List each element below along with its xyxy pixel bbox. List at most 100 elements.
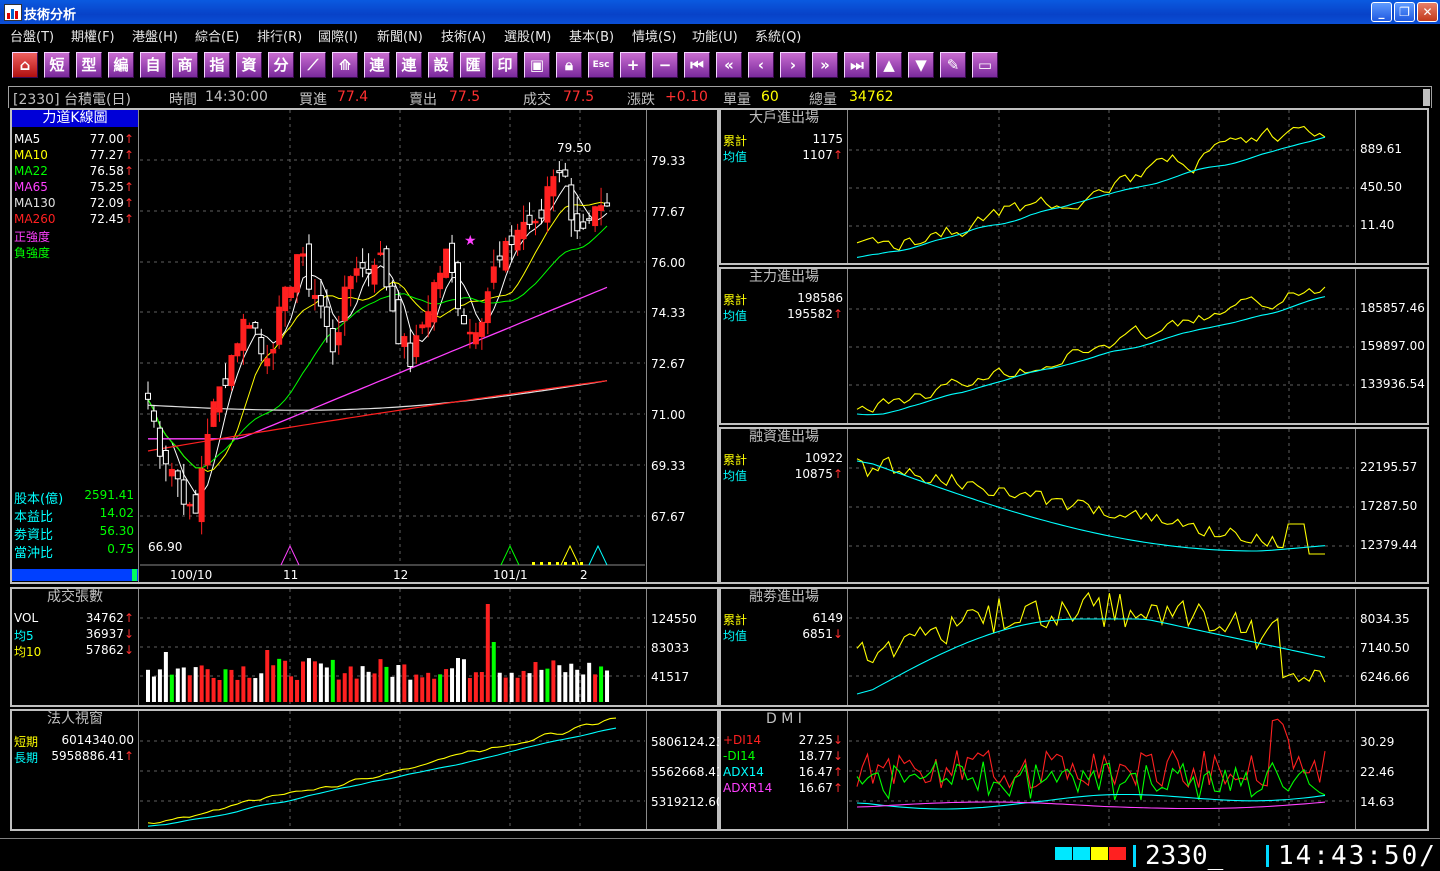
toolbar-button-export[interactable]: 匯 <box>460 52 486 78</box>
unit-volume-value: 60 <box>761 89 779 105</box>
stock-code-input[interactable]: 2330_ <box>1145 841 1223 871</box>
legend-label: 均值 <box>723 629 748 643</box>
panel-title[interactable]: 法人視窗 <box>12 711 138 728</box>
draw-line-icon[interactable]: ⟋ <box>300 52 326 78</box>
dmi-chart[interactable] <box>849 711 1354 829</box>
menu-item-composite[interactable]: 綜合(E) <box>195 26 239 45</box>
candle <box>526 202 533 230</box>
toolbar-button-pattern[interactable]: 型 <box>76 52 102 78</box>
legend-label: +DI14 <box>723 733 762 747</box>
institution-chart[interactable] <box>140 711 645 829</box>
toolbar-button-link2[interactable]: 連 <box>396 52 422 78</box>
legend-value-number: 10922 <box>804 451 843 465</box>
ma-value-number: 77.27 <box>89 148 124 162</box>
toolbar-button-link1[interactable]: 連 <box>364 52 390 78</box>
chart-icon[interactable]: ⟰ <box>332 52 358 78</box>
toolbar-button-custom[interactable]: 自 <box>140 52 166 78</box>
minimize-button[interactable]: _ <box>1371 2 1392 22</box>
kline-chart[interactable]: 79.50 66.90 ★ 100/10 11 12 101/1 2 <box>140 110 645 582</box>
legend-value-number: 1107 <box>802 148 833 162</box>
down-icon[interactable]: ▼ <box>908 52 934 78</box>
panel-title[interactable]: 融劵進出場 <box>721 589 847 606</box>
toolbar-button-settings[interactable]: 設 <box>428 52 454 78</box>
window-icon[interactable]: ▭ <box>972 52 998 78</box>
menu-item-fundamental[interactable]: 基本(B) <box>569 26 614 45</box>
panel-title[interactable]: 主力進出場 <box>721 269 847 286</box>
menu-item-hk[interactable]: 港盤(H) <box>132 26 178 45</box>
last-value: 77.5 <box>563 89 595 105</box>
institution-panel: 法人視窗 短期 6014340.00 長期 5958886.41↑ 5806124.2… <box>10 709 724 831</box>
volume-bar <box>265 650 270 702</box>
main-force-chart[interactable] <box>849 269 1354 423</box>
tools-icon[interactable]: ✎ <box>940 52 966 78</box>
y-tick-label: 5806124.23 <box>651 735 724 749</box>
close-button[interactable]: ✕ <box>1417 2 1438 22</box>
legend-value: 6851↓ <box>802 627 843 641</box>
menu-bar: 台盤(T) 期權(F) 港盤(H) 綜合(E) 排行(R) 國際(I) 新聞(N… <box>0 24 1440 45</box>
panel-title[interactable]: 大戶進出場 <box>721 110 847 127</box>
zoom-in-icon[interactable]: + <box>620 52 646 78</box>
scroll-indicator[interactable] <box>12 569 138 581</box>
kline-panel: 力道K線圖 MA5 77.00↑ MA10 77.27↑ MA22 76.58↑ MA65 7… <box>10 108 719 584</box>
panel-title[interactable]: 融資進出場 <box>721 429 847 446</box>
back-icon[interactable]: ‹ <box>748 52 774 78</box>
institution-legend: 法人視窗 短期 6014340.00 長期 5958886.41↑ <box>12 711 139 829</box>
candle <box>604 193 611 207</box>
y-tick-label: 7140.50 <box>1360 641 1410 655</box>
toolbar-button-edit[interactable]: 編 <box>108 52 134 78</box>
menu-item-taipan[interactable]: 台盤(T) <box>10 26 54 45</box>
legend-value-number: 27.25 <box>798 733 833 747</box>
menu-item-scenario[interactable]: 情境(S) <box>632 26 676 45</box>
menu-item-technical[interactable]: 技術(A) <box>441 26 486 45</box>
stock-code-name[interactable]: [2330] 台積電(日) <box>13 89 131 109</box>
menu-item-ranking[interactable]: 排行(R) <box>257 26 302 45</box>
toolbar-button-commodity[interactable]: 商 <box>172 52 198 78</box>
volume-bar <box>223 669 228 702</box>
toolbar-button-short[interactable]: 短 <box>44 52 70 78</box>
margin-chart[interactable] <box>849 429 1354 582</box>
legend-arrow: ↓ <box>123 643 134 657</box>
candle <box>204 418 211 470</box>
menu-item-futures[interactable]: 期權(F) <box>71 26 115 45</box>
restore-button[interactable]: ❐ <box>1394 2 1415 22</box>
copy-icon[interactable]: ▣ <box>524 52 550 78</box>
forward-icon[interactable]: › <box>780 52 806 78</box>
fast-back-icon[interactable]: « <box>716 52 742 78</box>
lock-icon[interactable]: 🔒︎ <box>556 52 582 78</box>
candle <box>252 320 259 336</box>
menu-item-screener[interactable]: 選股(M) <box>504 26 551 45</box>
fast-forward-icon[interactable]: » <box>812 52 838 78</box>
zoom-out-icon[interactable]: − <box>652 52 678 78</box>
short-chart[interactable] <box>849 589 1354 705</box>
menu-item-news[interactable]: 新聞(N) <box>377 26 423 45</box>
home-icon[interactable]: ⌂ <box>12 52 38 78</box>
up-icon[interactable]: ▲ <box>876 52 902 78</box>
toolbar-button-info[interactable]: 資 <box>236 52 262 78</box>
candle <box>592 205 599 233</box>
last-icon[interactable]: ⏭ <box>844 52 870 78</box>
first-icon[interactable]: ⏮ <box>684 52 710 78</box>
panel-title[interactable]: 力道K線圖 <box>12 110 138 127</box>
legend-value-number: 10875 <box>794 467 833 481</box>
strength-dot <box>548 562 551 565</box>
menu-item-function[interactable]: 功能(U) <box>692 26 738 45</box>
candle <box>323 289 330 343</box>
candle <box>311 279 318 311</box>
panel-title[interactable]: 成交張數 <box>12 589 138 606</box>
scrollbar[interactable] <box>1423 89 1430 106</box>
volume-bar <box>485 604 490 702</box>
panel-title[interactable]: D M I <box>721 711 847 728</box>
menu-item-intl[interactable]: 國際(I) <box>318 26 358 45</box>
margin-legend: 融資進出場 累計 10922 均值 10875↑ <box>721 429 848 582</box>
toolbar-button-index[interactable]: 指 <box>204 52 230 78</box>
candle <box>240 313 247 365</box>
menu-item-system[interactable]: 系統(Q) <box>755 26 801 45</box>
big-player-chart[interactable] <box>849 110 1354 263</box>
volume-chart[interactable] <box>140 589 645 705</box>
volume-bar <box>479 672 484 702</box>
toolbar-button-minute[interactable]: 分 <box>268 52 294 78</box>
high-price-label: 79.50 <box>557 141 591 155</box>
escape-icon[interactable]: Esc <box>588 52 614 78</box>
legend-value: 10922 <box>805 451 843 465</box>
toolbar-button-print[interactable]: 印 <box>492 52 518 78</box>
